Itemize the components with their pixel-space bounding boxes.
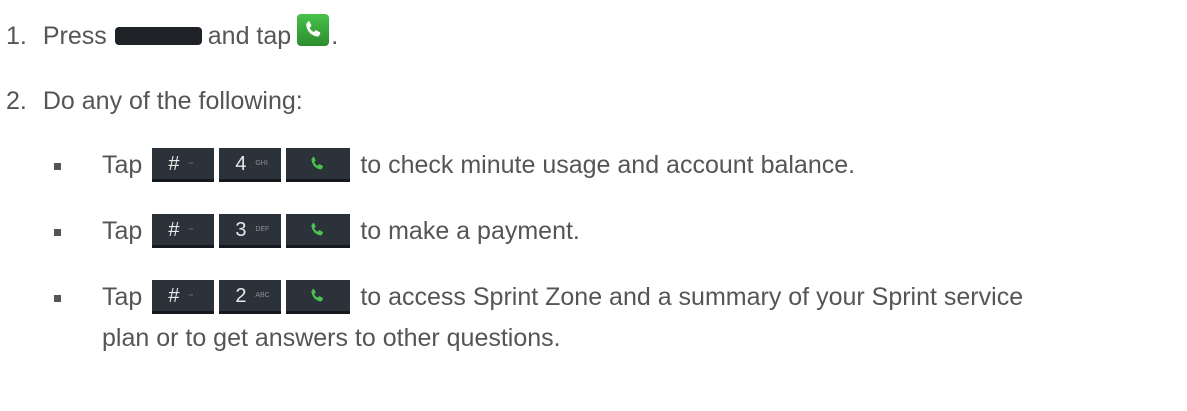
bullet-description: to access Sprint Zone and a summary of y… (360, 283, 1024, 311)
phone-handset-icon (311, 156, 324, 170)
key-sublabel: ◦◦ (188, 226, 194, 233)
step-1: 1. Press and tap . (6, 14, 339, 52)
key-sublabel: DEF (255, 226, 270, 233)
step-2-text: Do any of the following: (42, 87, 303, 115)
key-label: # (168, 219, 180, 241)
call-key[interactable] (286, 280, 351, 314)
bullet-marker (54, 229, 61, 236)
dialpad-key-hash[interactable]: # ◦◦ (152, 214, 215, 248)
dialpad-key-hash[interactable]: # ◦◦ (152, 148, 215, 182)
bullet-tap-text: Tap (102, 151, 143, 179)
list-item: Tap # ◦◦ 4 GHI to check minute usage and… (102, 148, 855, 182)
step-1-period: . (331, 22, 339, 50)
step-1-press-text: Press (42, 22, 107, 50)
step-2-number: 2. (6, 87, 27, 115)
bullet-description: to check minute usage and account balanc… (360, 151, 856, 179)
phone-app-icon (297, 14, 330, 46)
phone-handset-icon (311, 288, 324, 302)
step-1-and-tap-text: and tap (207, 22, 292, 50)
bullet-description-line2: plan or to get answers to other question… (102, 324, 561, 352)
key-sequence: # ◦◦ 4 GHI (152, 148, 360, 182)
list-item: Tap # ◦◦ 2 ABC to access Sprint Zone and… (102, 280, 1023, 314)
dialpad-key-hash[interactable]: # ◦◦ (152, 280, 215, 314)
step-2: 2. Do any of the following: (6, 85, 303, 117)
bullet-marker (54, 163, 61, 170)
key-sublabel: GHI (255, 160, 268, 167)
key-label: 2 (235, 285, 247, 307)
key-sublabel: ABC (255, 292, 270, 299)
key-label: 3 (235, 219, 247, 241)
dialpad-key-2[interactable]: 2 ABC (219, 280, 282, 314)
key-sequence: # ◦◦ 3 DEF (152, 214, 360, 248)
key-label: # (168, 285, 180, 307)
bullet-marker (54, 295, 61, 302)
call-key[interactable] (286, 214, 351, 248)
call-key[interactable] (286, 148, 351, 182)
key-label: # (168, 153, 180, 175)
key-sublabel: ◦◦ (188, 160, 194, 167)
bullet-tap-text: Tap (102, 283, 143, 311)
bullet-description: to make a payment. (360, 217, 580, 245)
dialpad-key-3[interactable]: 3 DEF (219, 214, 282, 248)
key-sequence: # ◦◦ 2 ABC (152, 280, 360, 314)
key-sublabel: ◦◦ (188, 292, 194, 299)
step-1-number: 1. (6, 22, 27, 50)
bullet-tap-text: Tap (102, 217, 143, 245)
list-item-continuation: plan or to get answers to other question… (102, 322, 561, 354)
key-label: 4 (235, 153, 247, 175)
list-item: Tap # ◦◦ 3 DEF to make a payment. (102, 214, 580, 248)
home-key-icon (114, 27, 202, 45)
phone-handset-icon (311, 222, 324, 236)
dialpad-key-4[interactable]: 4 GHI (219, 148, 282, 182)
